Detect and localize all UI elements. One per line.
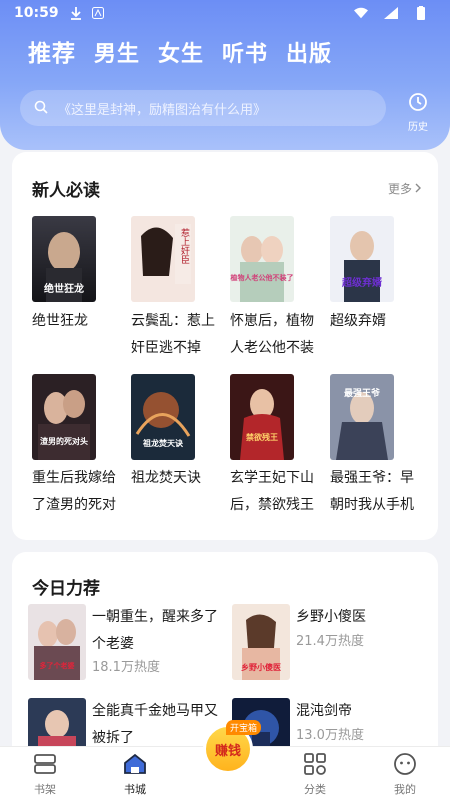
cover-text: 多了个老婆 — [40, 661, 75, 670]
tab-publish[interactable]: 出版 — [286, 36, 332, 68]
section-title: 新人必读 — [32, 181, 100, 201]
search-bar[interactable]: 《这里是封神，励精图治有什么用》 — [20, 90, 386, 126]
search-icon — [34, 99, 48, 118]
more-label: 更多 — [387, 182, 412, 196]
book-cover[interactable]: 绝世狂龙 — [32, 216, 96, 302]
bookshelf-icon — [33, 754, 57, 779]
book-title[interactable]: 重生后我嫁给了渣男的死对头 — [32, 465, 120, 519]
book-cover[interactable]: 多了个老婆 — [28, 604, 86, 680]
status-time: 10:59 — [14, 5, 59, 21]
book-cover[interactable]: 乡野小傻医 — [232, 604, 290, 680]
nav-bookstore[interactable]: 书城 — [100, 753, 170, 797]
category-tabs: 推荐 男生 女生 听书 出版 — [28, 34, 332, 68]
history-button[interactable]: 历史 — [402, 92, 434, 133]
today-recommend-section: 今日力荐 多了个老婆 一朝重生，醒来多了个老婆 18.1万热度 乡野小傻医 乡野… — [12, 552, 438, 774]
tab-male[interactable]: 男生 — [94, 36, 140, 68]
cover-text: 植物人老公他不装了 — [230, 273, 294, 282]
book-cover[interactable]: 禁欲残王 — [230, 374, 294, 460]
rec-title[interactable]: 混沌剑帝 — [296, 698, 426, 725]
wifi-icon — [354, 6, 368, 20]
smile-icon — [393, 753, 417, 779]
section-title: 今日力荐 — [32, 579, 100, 599]
nav-label: 我的 — [394, 783, 416, 796]
book-cover[interactable]: 植物人老公他不装了 — [230, 216, 294, 302]
book-title[interactable]: 祖龙焚天诀 — [131, 465, 219, 519]
book-title[interactable]: 超级弃婿 — [330, 308, 418, 362]
book-cover[interactable]: 最强王爷 — [330, 374, 394, 460]
rec-title[interactable]: 一朝重生，醒来多了个老婆 — [92, 604, 222, 658]
cover-text: 祖龙焚天诀 — [142, 438, 183, 448]
tab-audiobook[interactable]: 听书 — [222, 36, 268, 68]
cover-text: 乡野小傻医 — [241, 662, 281, 672]
cover-text: 超级弃婿 — [341, 276, 383, 289]
book-title[interactable]: 怀崽后，植物人老公他不装了 — [230, 308, 318, 362]
cover-text: 惹上奸臣 — [179, 227, 190, 264]
earn-label: 赚钱 — [214, 743, 241, 759]
book-title[interactable]: 玄学王妃下山后，禁欲残王宠上天 — [230, 465, 318, 519]
heat-count: 18.1万热度 — [92, 660, 160, 675]
heat-count: 13.0万热度 — [296, 728, 364, 743]
book-title[interactable]: 云鬓乱：惹上奸臣逃不掉 — [131, 308, 219, 362]
tab-recommend[interactable]: 推荐 — [28, 34, 76, 68]
nav-category[interactable]: 分类 — [280, 753, 350, 797]
book-cover[interactable]: 渣男的死对头 — [32, 374, 96, 460]
nav-profile[interactable]: 我的 — [370, 753, 440, 797]
rec-title[interactable]: 乡野小傻医 — [296, 604, 426, 631]
nav-label: 书架 — [34, 783, 56, 796]
cover-text: 禁欲残王 — [245, 432, 278, 442]
book-cover[interactable]: 超级弃婿 — [330, 216, 394, 302]
search-placeholder: 《这里是封神，励精图治有什么用》 — [58, 102, 267, 118]
grid-icon — [303, 753, 327, 779]
nav-label: 分类 — [304, 783, 326, 796]
cover-text: 最强王爷 — [344, 387, 381, 399]
book-cover[interactable]: 祖龙焚天诀 — [131, 374, 195, 460]
cover-text: 绝世狂龙 — [44, 282, 84, 295]
book-title[interactable]: 最强王爷：早朝时我从手机里召唤出千军万马 — [330, 465, 418, 519]
status-bar: 10:59 — [0, 0, 450, 26]
heat-count: 21.4万热度 — [296, 634, 364, 649]
download-icon — [69, 6, 83, 20]
chevron-right-icon — [414, 182, 422, 196]
more-link[interactable]: 更多 — [388, 180, 422, 197]
treasure-badge: 开宝箱 — [226, 720, 262, 735]
clock-icon — [408, 93, 428, 116]
tab-female[interactable]: 女生 — [158, 36, 204, 68]
app-notification-icon — [91, 6, 105, 20]
home-icon — [123, 753, 147, 779]
book-cover[interactable]: 惹上奸臣 — [131, 216, 195, 302]
battery-icon — [414, 6, 428, 20]
cover-text: 渣男的死对头 — [40, 436, 88, 446]
nav-label: 书城 — [124, 783, 146, 796]
book-title[interactable]: 绝世狂龙 — [32, 308, 120, 362]
signal-icon — [384, 6, 398, 20]
nav-bookshelf[interactable]: 书架 — [10, 753, 80, 797]
history-label: 历史 — [408, 122, 428, 133]
new-reader-section: 新人必读 更多 绝世狂龙 惹上奸臣 植物人老公他不装了 超级弃婿 绝世狂龙 云鬓… — [12, 152, 438, 540]
